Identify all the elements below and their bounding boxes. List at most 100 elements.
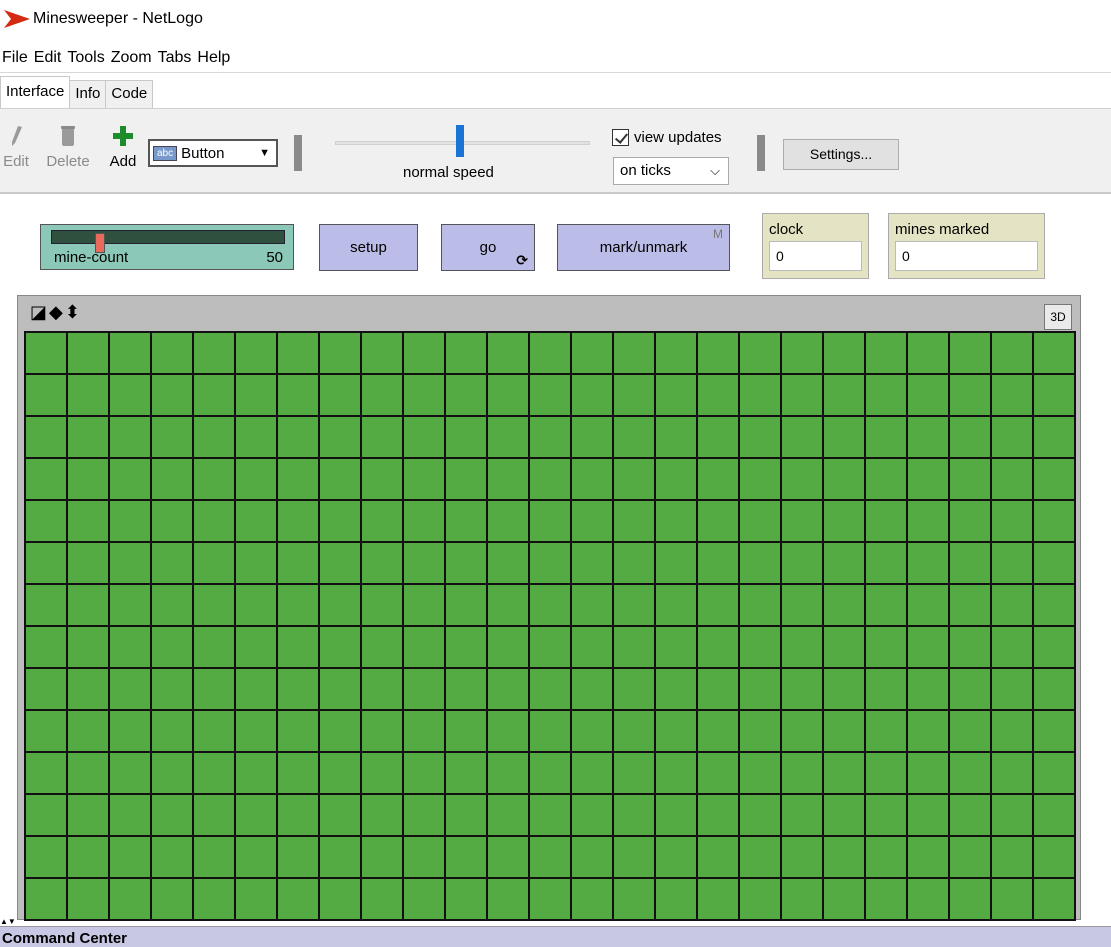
menu-edit[interactable]: Edit bbox=[32, 46, 66, 70]
patch-cell[interactable] bbox=[26, 543, 66, 583]
patch-cell[interactable] bbox=[446, 753, 486, 793]
patch-cell[interactable] bbox=[488, 627, 528, 667]
patch-cell[interactable] bbox=[404, 459, 444, 499]
patch-cell[interactable] bbox=[740, 375, 780, 415]
patch-cell[interactable] bbox=[740, 585, 780, 625]
patch-cell[interactable] bbox=[572, 585, 612, 625]
patch-cell[interactable] bbox=[194, 459, 234, 499]
patch-cell[interactable] bbox=[698, 879, 738, 919]
patch-cell[interactable] bbox=[320, 417, 360, 457]
patch-cell[interactable] bbox=[908, 879, 948, 919]
patch-cell[interactable] bbox=[362, 543, 402, 583]
patch-cell[interactable] bbox=[782, 585, 822, 625]
patch-cell[interactable] bbox=[68, 501, 108, 541]
patch-cell[interactable] bbox=[1034, 501, 1074, 541]
patch-cell[interactable] bbox=[110, 753, 150, 793]
patch-cell[interactable] bbox=[152, 543, 192, 583]
patch-cell[interactable] bbox=[488, 333, 528, 373]
patch-cell[interactable] bbox=[1034, 333, 1074, 373]
patch-cell[interactable] bbox=[404, 795, 444, 835]
patch-cell[interactable] bbox=[530, 417, 570, 457]
patch-cell[interactable] bbox=[1034, 837, 1074, 877]
patch-cell[interactable] bbox=[236, 627, 276, 667]
patch-cell[interactable] bbox=[572, 669, 612, 709]
patch-cell[interactable] bbox=[320, 795, 360, 835]
patch-cell[interactable] bbox=[782, 795, 822, 835]
tab-interface[interactable]: Interface bbox=[0, 76, 71, 108]
patch-cell[interactable] bbox=[740, 669, 780, 709]
patch-cell[interactable] bbox=[656, 459, 696, 499]
patch-cell[interactable] bbox=[866, 669, 906, 709]
patch-cell[interactable] bbox=[26, 417, 66, 457]
patch-cell[interactable] bbox=[1034, 375, 1074, 415]
patch-cell[interactable] bbox=[152, 711, 192, 751]
patch-cell[interactable] bbox=[362, 585, 402, 625]
patch-cell[interactable] bbox=[446, 711, 486, 751]
patch-cell[interactable] bbox=[404, 585, 444, 625]
patch-cell[interactable] bbox=[614, 627, 654, 667]
patch-cell[interactable] bbox=[992, 879, 1032, 919]
patch-cell[interactable] bbox=[362, 459, 402, 499]
patch-cell[interactable] bbox=[194, 753, 234, 793]
patch-cell[interactable] bbox=[782, 669, 822, 709]
patch-cell[interactable] bbox=[908, 501, 948, 541]
patch-cell[interactable] bbox=[530, 669, 570, 709]
patch-cell[interactable] bbox=[110, 627, 150, 667]
patch-cell[interactable] bbox=[362, 711, 402, 751]
patch-cell[interactable] bbox=[908, 753, 948, 793]
patch-cell[interactable] bbox=[488, 711, 528, 751]
patch-cell[interactable] bbox=[530, 711, 570, 751]
add-tool-button[interactable]: Add bbox=[106, 125, 140, 170]
menu-help[interactable]: Help bbox=[195, 46, 234, 70]
patch-cell[interactable] bbox=[740, 627, 780, 667]
patch-cell[interactable] bbox=[236, 753, 276, 793]
widget-type-select[interactable]: abc Button ▼ bbox=[148, 139, 278, 167]
update-mode-select[interactable]: on ticks ⌵ bbox=[613, 157, 729, 185]
patch-cell[interactable] bbox=[194, 711, 234, 751]
patch-cell[interactable] bbox=[488, 879, 528, 919]
patch-cell[interactable] bbox=[236, 879, 276, 919]
delete-tool-button[interactable]: Delete bbox=[43, 125, 93, 170]
patch-cell[interactable] bbox=[530, 501, 570, 541]
tab-code[interactable]: Code bbox=[105, 80, 154, 108]
patch-cell[interactable] bbox=[446, 501, 486, 541]
patch-cell[interactable] bbox=[1034, 585, 1074, 625]
patch-cell[interactable] bbox=[992, 501, 1032, 541]
patch-cell[interactable] bbox=[488, 753, 528, 793]
patch-cell[interactable] bbox=[572, 501, 612, 541]
patch-cell[interactable] bbox=[26, 669, 66, 709]
patch-cell[interactable] bbox=[698, 837, 738, 877]
patch-cell[interactable] bbox=[824, 543, 864, 583]
patch-cell[interactable] bbox=[950, 375, 990, 415]
patch-cell[interactable] bbox=[908, 669, 948, 709]
patch-cell[interactable] bbox=[572, 711, 612, 751]
setup-button[interactable]: setup bbox=[319, 224, 418, 271]
patch-cell[interactable] bbox=[404, 753, 444, 793]
patch-cell[interactable] bbox=[908, 585, 948, 625]
patch-cell[interactable] bbox=[446, 459, 486, 499]
patch-cell[interactable] bbox=[866, 459, 906, 499]
patch-cell[interactable] bbox=[404, 543, 444, 583]
mine-count-slider-track[interactable] bbox=[51, 230, 285, 253]
patch-cell[interactable] bbox=[110, 375, 150, 415]
patch-cell[interactable] bbox=[68, 669, 108, 709]
patch-cell[interactable] bbox=[236, 585, 276, 625]
patch-cell[interactable] bbox=[278, 711, 318, 751]
patch-cell[interactable] bbox=[908, 711, 948, 751]
patch-cell[interactable] bbox=[908, 375, 948, 415]
patch-cell[interactable] bbox=[866, 837, 906, 877]
patch-cell[interactable] bbox=[320, 585, 360, 625]
patch-cell[interactable] bbox=[152, 375, 192, 415]
patch-cell[interactable] bbox=[194, 543, 234, 583]
patch-cell[interactable] bbox=[26, 459, 66, 499]
patch-cell[interactable] bbox=[362, 879, 402, 919]
patch-cell[interactable] bbox=[152, 879, 192, 919]
patch-cell[interactable] bbox=[320, 543, 360, 583]
patch-cell[interactable] bbox=[530, 585, 570, 625]
patch-cell[interactable] bbox=[404, 669, 444, 709]
patch-cell[interactable] bbox=[488, 375, 528, 415]
patch-cell[interactable] bbox=[698, 669, 738, 709]
patch-cell[interactable] bbox=[572, 459, 612, 499]
patch-cell[interactable] bbox=[782, 501, 822, 541]
patch-cell[interactable] bbox=[782, 627, 822, 667]
